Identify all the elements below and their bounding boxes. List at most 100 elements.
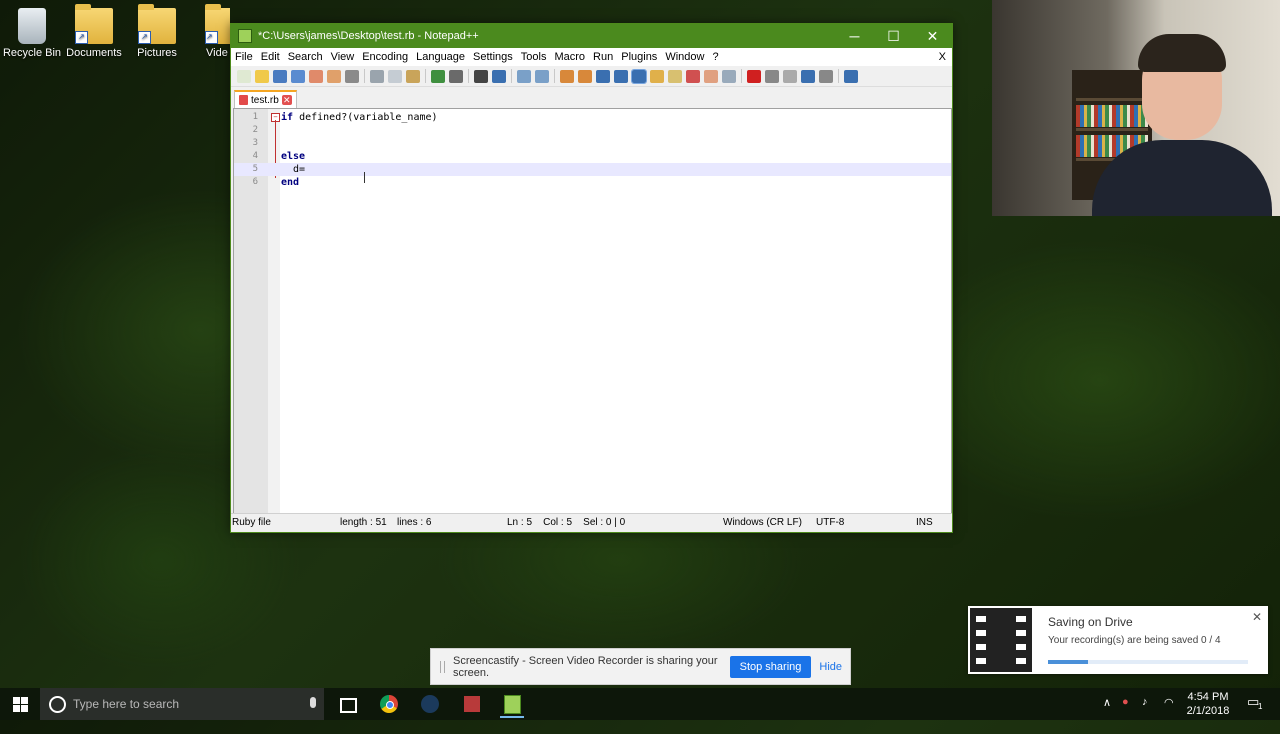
recycle-bin-icon	[18, 8, 46, 44]
function-list-icon[interactable]	[686, 69, 700, 83]
desktop-icon-videos[interactable]: ↗ Vide	[188, 4, 230, 59]
network-icon[interactable]: ◠	[1164, 696, 1174, 728]
notepad-plus-plus-taskbar-icon[interactable]	[500, 692, 524, 718]
close-file-icon[interactable]	[309, 69, 323, 83]
search-placeholder: Type here to search	[73, 697, 180, 711]
app-icon[interactable]	[460, 692, 484, 716]
menu-run[interactable]: Run	[589, 51, 617, 63]
menu-settings[interactable]: Settings	[469, 51, 517, 63]
desktop-icon-documents[interactable]: ↗ Documents	[62, 4, 126, 59]
keyword: else	[281, 151, 306, 162]
save-macro-icon[interactable]	[819, 69, 833, 83]
menu-help[interactable]: ?	[708, 51, 722, 63]
close-all-icon[interactable]	[327, 69, 341, 83]
save-all-icon[interactable]	[291, 69, 305, 83]
stop-macro-icon[interactable]	[765, 69, 779, 83]
show-hidden-icons-icon[interactable]: ∧	[1103, 696, 1111, 728]
close-button[interactable]: ✕	[913, 24, 952, 48]
clock-time: 4:54 PM	[1187, 691, 1229, 703]
film-reel-icon	[968, 606, 1034, 674]
zoom-in-icon[interactable]	[517, 69, 531, 83]
volume-icon[interactable]: ♪	[1142, 696, 1148, 728]
saving-detail: Your recording(s) are being saved 0 / 4	[1048, 635, 1221, 646]
close-document-button[interactable]: X	[935, 51, 952, 63]
word-wrap-icon[interactable]	[596, 69, 610, 83]
tab-label: test.rb	[251, 94, 279, 106]
menu-encoding[interactable]: Encoding	[358, 51, 412, 63]
drag-handle-icon[interactable]	[440, 660, 445, 673]
clock[interactable]: 4:54 PM 2/1/2018	[1183, 690, 1233, 718]
monitoring-icon[interactable]	[722, 69, 736, 83]
line-number: 3	[252, 138, 258, 148]
menu-search[interactable]: Search	[284, 51, 327, 63]
title-bar[interactable]: *C:\Users\james\Desktop\test.rb - Notepa…	[231, 24, 952, 48]
run-macro-multiple-icon[interactable]	[801, 69, 815, 83]
status-insert-mode: INS	[916, 517, 933, 528]
folder-workspace-icon[interactable]	[704, 69, 718, 83]
doc-map-icon[interactable]	[668, 69, 682, 83]
close-notification-icon[interactable]: ✕	[1252, 610, 1262, 624]
share-message: Screencastify - Screen Video Recorder is…	[453, 654, 718, 679]
folder-icon: ↗	[205, 4, 230, 44]
shortcut-arrow-icon: ↗	[75, 31, 88, 44]
menu-edit[interactable]: Edit	[257, 51, 284, 63]
taskbar-search[interactable]: Type here to search	[40, 688, 324, 720]
cut-icon[interactable]	[370, 69, 384, 83]
hide-button[interactable]: Hide	[819, 661, 842, 673]
desktop-icon-recycle-bin[interactable]: Recycle Bin	[0, 4, 64, 59]
start-button[interactable]	[0, 688, 40, 720]
record-macro-icon[interactable]	[747, 69, 761, 83]
sync-horizontal-icon[interactable]	[578, 69, 592, 83]
ibeam-cursor-icon	[364, 172, 365, 183]
chrome-icon[interactable]	[377, 692, 401, 716]
line-number: 5	[252, 164, 258, 174]
new-file-icon[interactable]	[237, 69, 251, 83]
microphone-icon[interactable]	[310, 697, 316, 708]
security-icon[interactable]: ●	[1122, 696, 1129, 728]
menu-macro[interactable]: Macro	[550, 51, 589, 63]
copy-icon[interactable]	[388, 69, 402, 83]
menu-view[interactable]: View	[327, 51, 359, 63]
toolbar	[231, 66, 952, 87]
redo-icon[interactable]	[449, 69, 463, 83]
indent-guide-icon[interactable]	[631, 68, 647, 84]
sync-vertical-icon[interactable]	[560, 69, 574, 83]
code-rest: defined?(variable_name)	[293, 112, 438, 123]
print-icon[interactable]	[345, 69, 359, 83]
menu-language[interactable]: Language	[412, 51, 469, 63]
save-icon[interactable]	[273, 69, 287, 83]
open-file-icon[interactable]	[255, 69, 269, 83]
menu-window[interactable]: Window	[661, 51, 708, 63]
steam-icon[interactable]	[418, 692, 442, 716]
udl-icon[interactable]	[650, 69, 664, 83]
editor-area[interactable]: 1 − if defined?(variable_name) 2 3 4 els…	[233, 108, 952, 514]
find-icon[interactable]	[474, 69, 488, 83]
code-text: else	[281, 150, 305, 163]
spellcheck-icon[interactable]	[844, 69, 858, 83]
toolbar-separator	[468, 69, 469, 83]
code-line-current: 5 d=	[234, 163, 951, 176]
line-number: 4	[252, 151, 258, 161]
undo-icon[interactable]	[431, 69, 445, 83]
stop-sharing-button[interactable]: Stop sharing	[729, 655, 812, 678]
close-tab-icon[interactable]: ✕	[281, 95, 292, 105]
desktop-icon-pictures[interactable]: ↗ Pictures	[125, 4, 189, 59]
maximize-button[interactable]: ☐	[874, 24, 913, 48]
task-view-icon[interactable]	[335, 692, 359, 716]
menu-file[interactable]: File	[231, 51, 257, 63]
webcam-overlay	[992, 0, 1280, 216]
paste-icon[interactable]	[406, 69, 420, 83]
menu-plugins[interactable]: Plugins	[617, 51, 661, 63]
minimize-button[interactable]: ─	[835, 24, 874, 48]
play-macro-icon[interactable]	[783, 69, 797, 83]
saving-title: Saving on Drive	[1048, 615, 1133, 629]
tab-test-rb[interactable]: test.rb ✕	[234, 90, 297, 109]
keyword: if	[281, 112, 294, 123]
menu-tools[interactable]: Tools	[517, 51, 551, 63]
status-lines: lines : 6	[397, 517, 432, 528]
replace-icon[interactable]	[492, 69, 506, 83]
desktop-icon-label: Documents	[66, 47, 122, 59]
code-text: end	[281, 176, 299, 189]
zoom-out-icon[interactable]	[535, 69, 549, 83]
show-all-chars-icon[interactable]	[614, 69, 628, 83]
